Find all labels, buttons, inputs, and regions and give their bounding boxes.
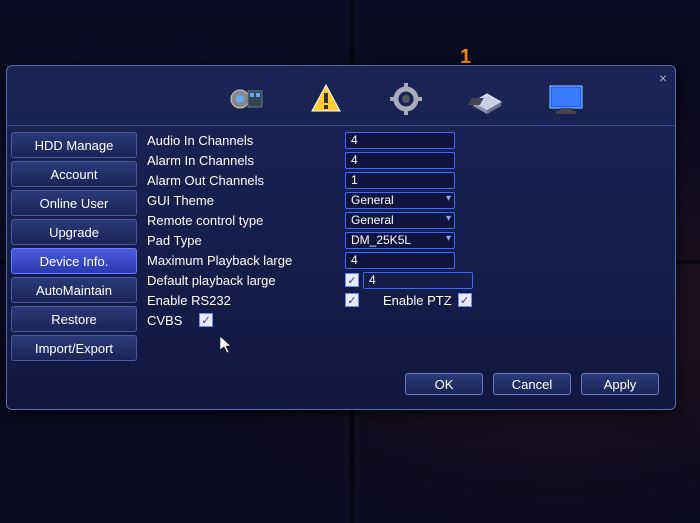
sidebar-label: Upgrade (49, 225, 99, 240)
max-playback-input[interactable]: 4 (345, 252, 455, 269)
gui-theme-label: GUI Theme (147, 193, 345, 208)
sidebar-label: Restore (51, 312, 97, 327)
alarm-out-label: Alarm Out Channels (147, 173, 345, 188)
apply-button[interactable]: Apply (581, 373, 659, 395)
pad-type-select[interactable]: DM_25K5L (345, 232, 455, 249)
gui-theme-select[interactable]: General (345, 192, 455, 209)
sidebar-label: AutoMaintain (36, 283, 112, 298)
sidebar-label: Device Info. (40, 254, 109, 269)
enable-ptz-checkbox[interactable] (458, 293, 472, 307)
pad-type-label: Pad Type (147, 233, 345, 248)
sidebar-item-device-info[interactable]: Device Info. (11, 248, 137, 274)
close-icon[interactable]: × (659, 70, 667, 86)
def-playback-input[interactable]: 4 (363, 272, 473, 289)
sidebar-item-account[interactable]: Account (11, 161, 137, 187)
enable-rs232-checkbox[interactable] (345, 293, 359, 307)
form-panel: Audio In Channels4 Alarm In Channels4 Al… (141, 126, 675, 409)
remote-type-select[interactable]: General (345, 212, 455, 229)
chip-icon[interactable] (460, 77, 512, 121)
sidebar-label: Online User (40, 196, 109, 211)
button-bar: OK Cancel Apply (147, 369, 665, 403)
sidebar: HDD Manage Account Online User Upgrade D… (7, 126, 141, 409)
camera-icon[interactable] (220, 77, 272, 121)
sidebar-label: Account (51, 167, 98, 182)
sidebar-label: Import/Export (35, 341, 113, 356)
monitor-icon[interactable] (540, 77, 592, 121)
def-playback-label: Default playback large (147, 273, 345, 288)
sidebar-item-import-export[interactable]: Import/Export (11, 335, 137, 361)
def-playback-checkbox[interactable] (345, 273, 359, 287)
gear-icon[interactable] (380, 77, 432, 121)
alarm-in-input[interactable]: 4 (345, 152, 455, 169)
max-playback-label: Maximum Playback large (147, 253, 345, 268)
alert-icon[interactable] (300, 77, 352, 121)
cvbs-label: CVBS (147, 313, 199, 328)
cancel-button[interactable]: Cancel (493, 373, 571, 395)
sidebar-item-online-user[interactable]: Online User (11, 190, 137, 216)
sidebar-label: HDD Manage (35, 138, 114, 153)
settings-dialog: × HDD Manage Account Online User Upgrade… (6, 65, 676, 410)
sidebar-item-restore[interactable]: Restore (11, 306, 137, 332)
enable-rs232-label: Enable RS232 (147, 293, 345, 308)
remote-type-label: Remote control type (147, 213, 345, 228)
sidebar-item-upgrade[interactable]: Upgrade (11, 219, 137, 245)
alarm-in-label: Alarm In Channels (147, 153, 345, 168)
alarm-out-input[interactable]: 1 (345, 172, 455, 189)
audio-in-input[interactable]: 4 (345, 132, 455, 149)
ok-button[interactable]: OK (405, 373, 483, 395)
cvbs-checkbox[interactable] (199, 313, 213, 327)
sidebar-item-automaintain[interactable]: AutoMaintain (11, 277, 137, 303)
toolbar (7, 66, 675, 126)
enable-ptz-label: Enable PTZ (383, 293, 452, 308)
sidebar-item-hdd[interactable]: HDD Manage (11, 132, 137, 158)
audio-in-label: Audio In Channels (147, 133, 345, 148)
